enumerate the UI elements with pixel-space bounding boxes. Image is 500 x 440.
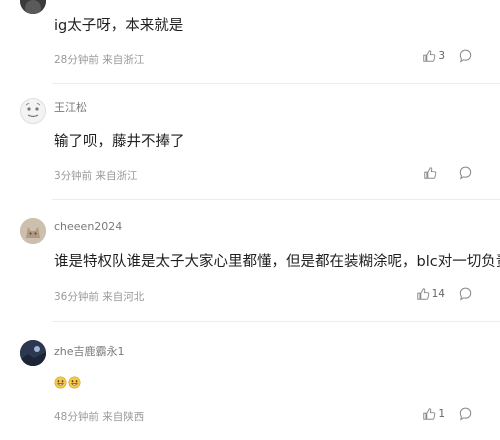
like-button[interactable]: 1 [422, 407, 445, 421]
comment-emojis [54, 372, 81, 392]
comment-text-content: 谁是特权队谁是太子大家心里都懂，但是都在装糊涂呢，blc对一切负责 [54, 254, 500, 270]
comment-meta: 36分钟前 来自河北 [54, 291, 145, 303]
thumbs-up-icon [416, 288, 429, 300]
like-button[interactable]: 14 [416, 287, 445, 301]
default-face-icon [21, 99, 45, 123]
comment-bubble-icon [459, 287, 472, 301]
reply-button[interactable] [459, 166, 472, 180]
avatar[interactable] [20, 340, 46, 366]
avatar-image-icon [20, 0, 46, 14]
reply-button[interactable] [459, 287, 472, 301]
comment-username[interactable]: zhe吉鹿霸永1 [54, 343, 125, 359]
grin-emoji-icon [68, 375, 81, 389]
comment-username[interactable]: cheeen2024 [54, 220, 122, 233]
reply-button[interactable] [459, 407, 472, 421]
avatar[interactable] [20, 218, 46, 244]
comment-text: 输了呗，藤井不捧了 [54, 134, 185, 150]
like-button[interactable]: 3 [422, 49, 445, 63]
divider [52, 83, 500, 84]
comment-meta: 3分钟前 来自浙江 [54, 170, 138, 182]
grin-emoji-icon [54, 375, 67, 389]
divider [52, 321, 500, 322]
reply-button[interactable] [459, 49, 472, 63]
like-count: 14 [431, 288, 445, 300]
thumbs-up-icon [423, 408, 436, 420]
cat-avatar-icon [20, 218, 46, 244]
comment-meta: 28分钟前 来自浙江 [54, 54, 145, 66]
comment-username[interactable]: 王江松 [54, 99, 87, 115]
avatar[interactable] [20, 98, 46, 124]
like-button[interactable] [423, 166, 445, 180]
like-count: 1 [438, 408, 445, 420]
avatar[interactable] [20, 0, 46, 14]
comment-text: ig太子呀，本来就是 [54, 18, 184, 34]
comment-meta: 48分钟前 来自陕西 [54, 411, 145, 423]
comment-bubble-icon [459, 407, 472, 421]
thumbs-up-icon [424, 167, 437, 179]
night-avatar-icon [20, 340, 46, 366]
like-count: 3 [438, 50, 445, 62]
comment-bubble-icon [459, 49, 472, 63]
thumbs-up-icon [423, 50, 436, 62]
comment-bubble-icon [459, 166, 472, 180]
comment-text: 谁是特权队谁是太子大家心里都懂，但是都在装糊涂呢，blc对一切负责 [54, 252, 500, 272]
divider [52, 199, 500, 200]
